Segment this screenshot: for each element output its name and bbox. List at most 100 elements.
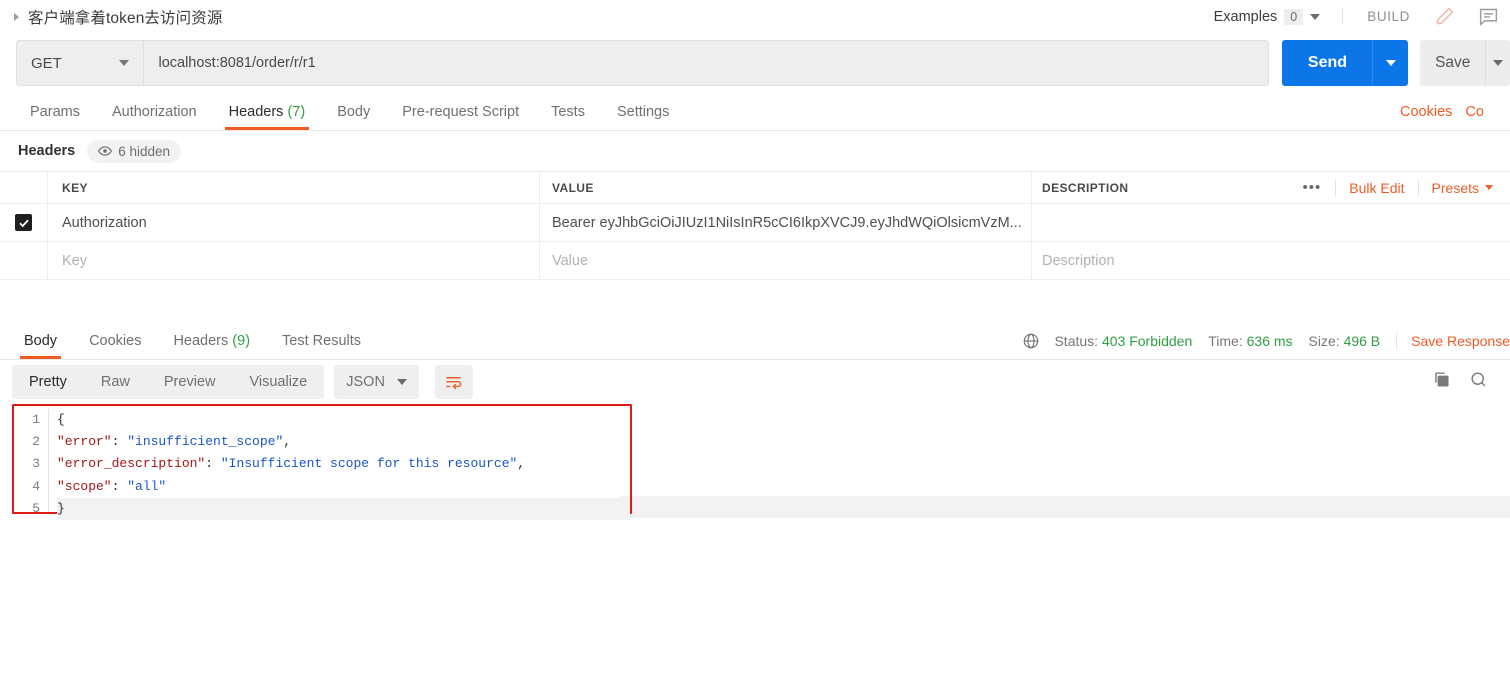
code-line: "scope": "all" bbox=[57, 476, 630, 498]
presets-dropdown[interactable]: Presets bbox=[1419, 180, 1506, 196]
divider bbox=[1342, 8, 1344, 25]
new-value-placeholder: Value bbox=[552, 252, 589, 269]
code-link[interactable]: Co bbox=[1465, 104, 1484, 120]
code-token: : bbox=[205, 456, 221, 472]
tab-body[interactable]: Body bbox=[321, 104, 386, 130]
response-tab-cookies[interactable]: Cookies bbox=[73, 333, 157, 359]
new-description-input[interactable]: Description bbox=[1032, 242, 1510, 279]
tab-headers[interactable]: Headers (7) bbox=[213, 104, 322, 130]
save-button[interactable]: Save bbox=[1420, 40, 1486, 86]
size-value: 496 B bbox=[1343, 333, 1381, 349]
column-key: KEY bbox=[48, 172, 540, 203]
more-options-icon[interactable]: ••• bbox=[1289, 179, 1336, 196]
view-visualize[interactable]: Visualize bbox=[232, 365, 324, 399]
tab-label: Test Results bbox=[282, 333, 362, 349]
cookies-link[interactable]: Cookies bbox=[1400, 104, 1452, 120]
time-value: 636 ms bbox=[1246, 333, 1293, 349]
send-options-button[interactable] bbox=[1372, 40, 1409, 86]
build-button[interactable]: BUILD bbox=[1355, 9, 1422, 24]
size-badge: Size: 496 B bbox=[1309, 333, 1397, 349]
send-button[interactable]: Send bbox=[1282, 40, 1373, 86]
response-body-tools bbox=[1432, 370, 1498, 394]
table-row[interactable]: Authorization Bearer eyJhbGciOiJIUzI1NiI… bbox=[0, 204, 1510, 242]
column-value-label: VALUE bbox=[552, 180, 594, 195]
tab-label: Cookies bbox=[89, 333, 142, 349]
response-format-select[interactable]: JSON bbox=[334, 365, 419, 399]
view-preview[interactable]: Preview bbox=[147, 365, 233, 399]
line-number-gutter: 1 2 3 4 5 bbox=[14, 409, 48, 516]
response-tab-headers[interactable]: Headers (9) bbox=[157, 333, 266, 359]
view-pretty[interactable]: Pretty bbox=[12, 365, 84, 399]
code-token: : bbox=[111, 478, 128, 494]
disclosure-triangle-icon[interactable] bbox=[14, 12, 19, 21]
row-checkbox-cell[interactable] bbox=[0, 204, 48, 241]
table-row-placeholder[interactable]: Key Value Description bbox=[0, 242, 1510, 280]
tab-count: (9) bbox=[232, 333, 251, 349]
wrap-lines-button[interactable] bbox=[434, 365, 473, 399]
eye-icon bbox=[98, 146, 113, 156]
response-body-code[interactable]: { "error": "insufficient_scope", "error_… bbox=[48, 409, 630, 520]
tab-label: Headers bbox=[173, 333, 229, 349]
response-tab-test-results[interactable]: Test Results bbox=[266, 333, 377, 359]
chevron-down-icon bbox=[1493, 60, 1504, 66]
code-line: { bbox=[57, 409, 630, 431]
chevron-down-icon[interactable] bbox=[1310, 13, 1321, 20]
tab-tests[interactable]: Tests bbox=[535, 104, 601, 130]
line-number: 2 bbox=[32, 434, 40, 450]
row-description-cell[interactable] bbox=[1032, 204, 1510, 241]
url-bar: GET localhost:8081/order/r/r1 Send Save bbox=[0, 33, 1510, 93]
code-token: "error" bbox=[57, 434, 112, 450]
copy-icon[interactable] bbox=[1432, 370, 1451, 394]
request-tabs: Params Authorization Headers (7) Body Pr… bbox=[0, 93, 1510, 131]
headers-section-title: Headers bbox=[18, 143, 76, 159]
line-number: 3 bbox=[32, 456, 40, 472]
examples-count-badge: 0 bbox=[1284, 8, 1304, 25]
row-key-cell[interactable]: Authorization bbox=[48, 204, 540, 241]
tab-label: Body bbox=[337, 104, 371, 120]
http-method-value: GET bbox=[31, 54, 62, 72]
time-badge: Time: 636 ms bbox=[1208, 333, 1308, 349]
time-label: Time: bbox=[1208, 333, 1243, 349]
row-checkbox-cell-empty[interactable] bbox=[0, 242, 48, 279]
new-key-input[interactable]: Key bbox=[48, 242, 540, 279]
chevron-down-icon bbox=[1385, 60, 1396, 66]
http-method-select[interactable]: GET bbox=[16, 40, 144, 86]
response-spacer bbox=[0, 280, 1510, 324]
tab-label: Body bbox=[24, 333, 58, 349]
line-number: 4 bbox=[32, 478, 40, 494]
tab-settings[interactable]: Settings bbox=[601, 104, 685, 130]
pencil-icon[interactable] bbox=[1422, 0, 1466, 33]
url-value: localhost:8081/order/r/r1 bbox=[158, 55, 316, 71]
tab-authorization[interactable]: Authorization bbox=[96, 104, 213, 130]
comment-icon[interactable] bbox=[1466, 0, 1510, 33]
size-label: Size: bbox=[1308, 333, 1340, 349]
examples-dropdown[interactable]: Examples 0 bbox=[1213, 8, 1331, 25]
code-line: "error": "insufficient_scope", bbox=[57, 431, 630, 453]
send-button-group: Send bbox=[1282, 40, 1409, 86]
row-checkbox[interactable] bbox=[15, 214, 32, 231]
code-line: } bbox=[57, 497, 630, 520]
chevron-down-icon[interactable] bbox=[119, 60, 130, 66]
save-options-button[interactable] bbox=[1485, 40, 1510, 86]
row-value-cell[interactable]: Bearer eyJhbGciOiJIUzI1NiIsInR5cCI6IkpXV… bbox=[540, 204, 1032, 241]
bulk-edit-button[interactable]: Bulk Edit bbox=[1336, 180, 1417, 196]
examples-label: Examples bbox=[1213, 8, 1278, 25]
tab-params[interactable]: Params bbox=[14, 104, 96, 130]
column-value: VALUE bbox=[540, 172, 1032, 203]
url-input[interactable]: localhost:8081/order/r/r1 bbox=[143, 40, 1270, 86]
save-response-button[interactable]: Save Response bbox=[1397, 333, 1510, 349]
response-body-toolbar: Pretty Raw Preview Visualize JSON bbox=[0, 360, 1510, 404]
status-value: 403 Forbidden bbox=[1101, 333, 1193, 349]
chevron-down-icon bbox=[1485, 185, 1493, 190]
response-tab-body[interactable]: Body bbox=[8, 333, 73, 359]
tab-pre-request-script[interactable]: Pre-request Script bbox=[386, 104, 535, 130]
view-raw[interactable]: Raw bbox=[84, 365, 147, 399]
code-token: } bbox=[57, 500, 65, 516]
table-header-row: KEY VALUE DESCRIPTION ••• Bulk Edit Pres… bbox=[0, 172, 1510, 204]
globe-icon[interactable] bbox=[1022, 332, 1040, 350]
request-title-bar: 客户端拿着token去访问资源 Examples 0 BUILD bbox=[0, 0, 1510, 33]
search-icon[interactable] bbox=[1469, 370, 1488, 394]
response-meta: Status: 403 Forbidden Time: 636 ms Size:… bbox=[1022, 332, 1510, 359]
new-value-input[interactable]: Value bbox=[540, 242, 1032, 279]
hidden-headers-toggle[interactable]: 6 hidden bbox=[87, 139, 182, 163]
